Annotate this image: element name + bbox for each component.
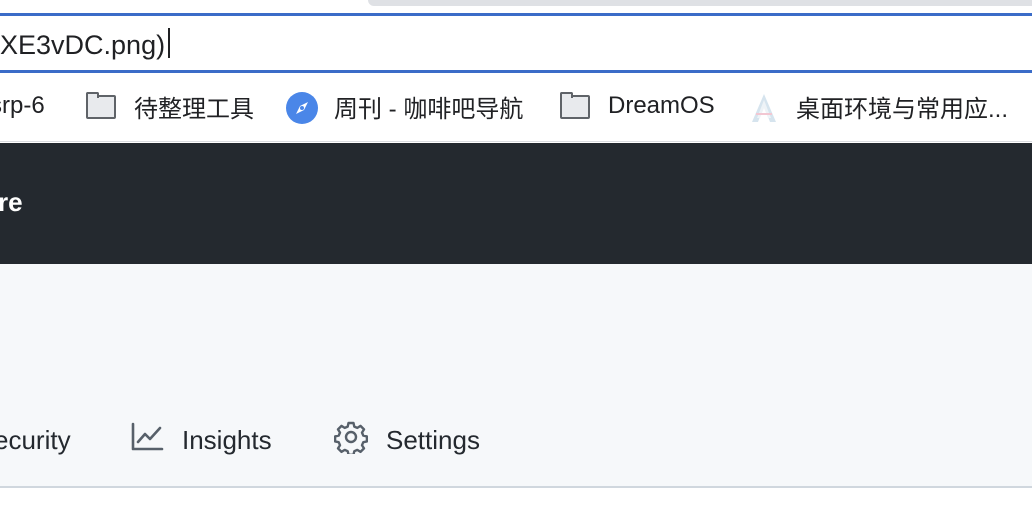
compass-icon <box>286 92 318 124</box>
arc-logo-icon <box>748 92 780 122</box>
address-bar[interactable]: XE3vDC.png) <box>0 13 1032 73</box>
bookmark-folder-tools[interactable]: 待整理工具 <box>86 89 254 123</box>
active-tab-edge[interactable] <box>368 0 1032 6</box>
folder-icon <box>560 92 592 120</box>
bookmark-label: srp-6 <box>0 92 45 119</box>
bookmark-label: DreamOS <box>608 92 715 119</box>
bookmark-label: 待整理工具 <box>134 95 254 123</box>
bookmark-label: 桌面环境与常用应... <box>796 95 1009 123</box>
tab-label: Settings <box>386 424 480 455</box>
tab-strip <box>0 0 1032 14</box>
site-header: re <box>0 143 1032 264</box>
tab-label: Insights <box>182 424 272 455</box>
bookmarks-bar: srp-6 待整理工具 周刊 - 咖啡吧导航 DreamOS <box>0 73 1032 142</box>
page-content <box>0 488 1032 524</box>
folder-icon <box>86 92 118 120</box>
bookmark-folder-dreamos[interactable]: DreamOS <box>560 89 715 123</box>
bookmark-label: 周刊 - 咖啡吧导航 <box>334 95 524 123</box>
address-bar-text[interactable]: XE3vDC.png) <box>0 28 171 61</box>
bookmark-srp-6[interactable]: srp-6 <box>0 89 45 123</box>
bookmark-desktop-apps[interactable]: 桌面环境与常用应... <box>748 89 1008 123</box>
text-caret <box>168 28 171 58</box>
bookmark-weekly-nav[interactable]: 周刊 - 咖啡吧导航 <box>286 89 524 124</box>
tab-insights[interactable]: Insights <box>130 420 272 460</box>
gear-icon <box>333 420 386 461</box>
header-title[interactable]: re <box>0 187 23 218</box>
repo-header: ecurity Insights Settings <box>0 264 1032 488</box>
graph-icon <box>130 422 182 459</box>
tab-settings[interactable]: Settings <box>333 420 480 461</box>
tab-security[interactable]: ecurity <box>0 420 71 460</box>
tab-label: ecurity <box>0 424 71 455</box>
address-bar-value: XE3vDC.png) <box>0 30 166 60</box>
